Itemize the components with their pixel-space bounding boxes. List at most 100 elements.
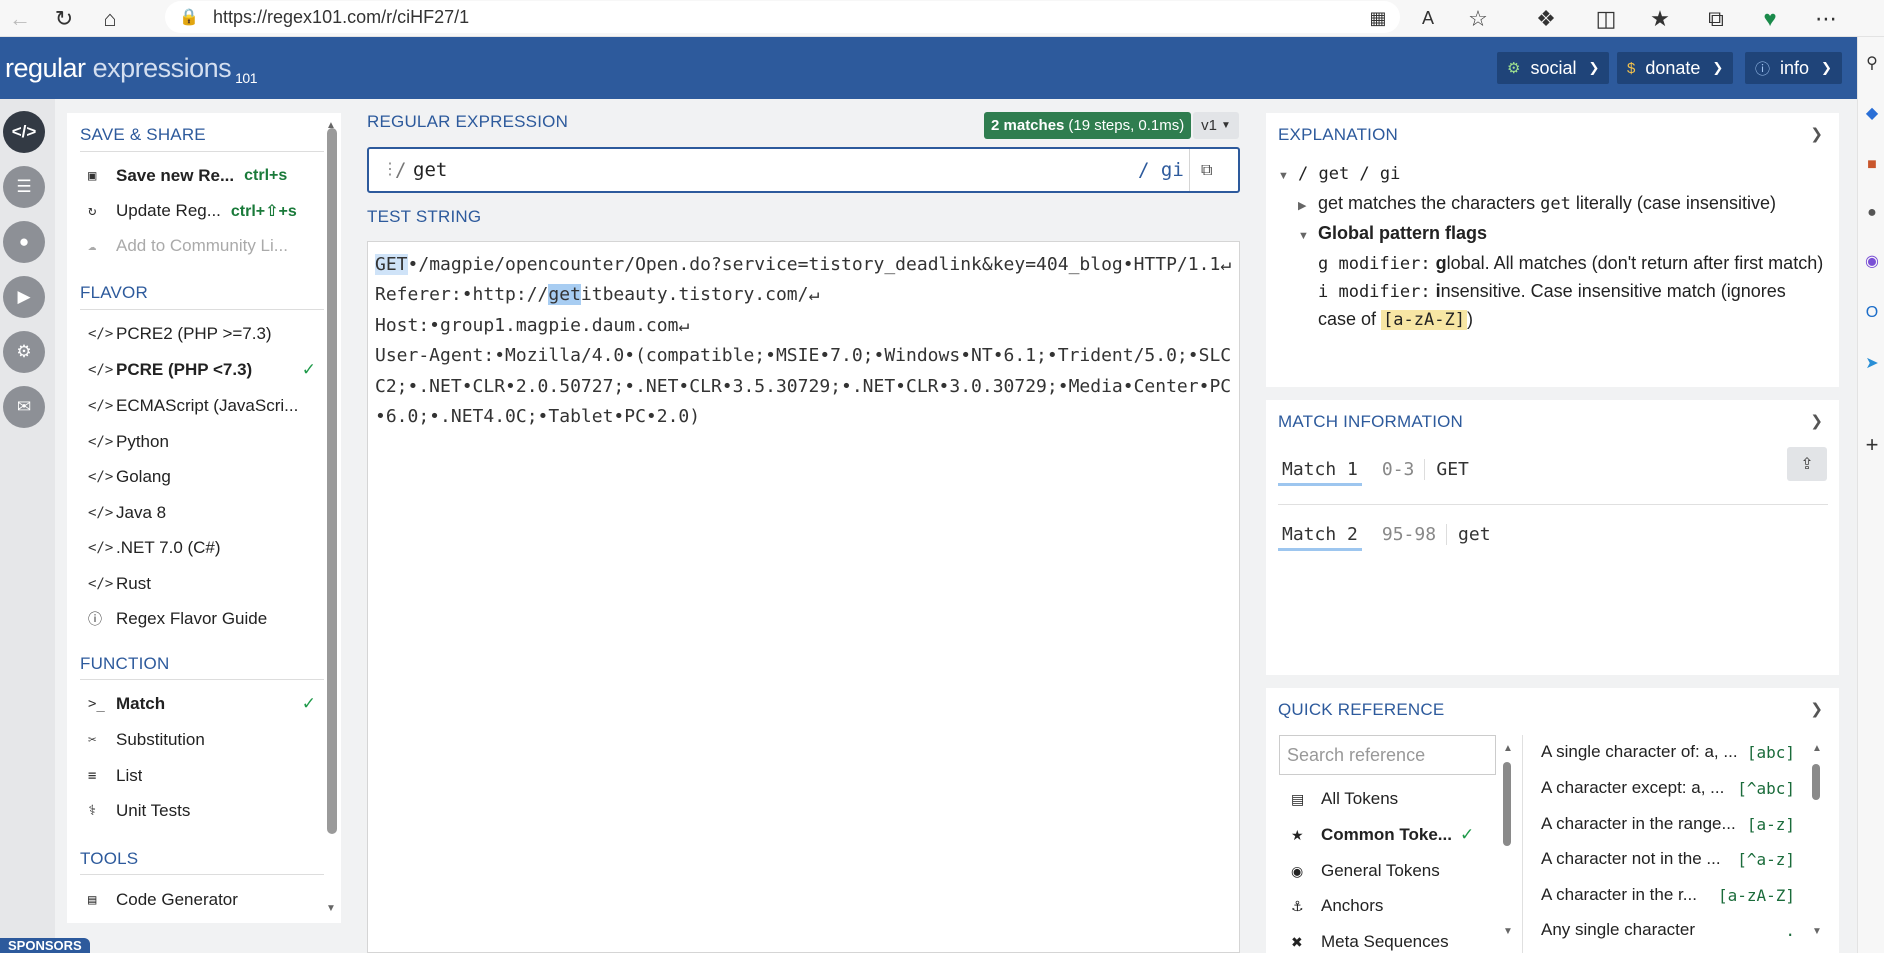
icon-rail: </> ☰ ● ▶ ⚙ ✉ [0,99,55,953]
divider [80,874,324,875]
reference-item[interactable]: A character not in the ... [^a-z] [1541,844,1795,874]
reference-item[interactable]: A single character of: a, ... [abc] [1541,737,1795,767]
info-icon: ⓘ [1755,60,1771,78]
flavor-java[interactable]: </> Java 8 [88,498,324,528]
save-new-button[interactable]: ▣ Save new Re... ctrl+s [88,161,324,191]
user-icon[interactable]: ● [3,221,45,263]
reference-item[interactable]: A character in the range... [a-z] [1541,809,1795,839]
flavor-dotnet[interactable]: </> .NET 7.0 (C#) [88,533,324,563]
export-icon[interactable]: ⇪ [1787,447,1827,481]
extensions-icon[interactable]: ❖ [1528,0,1564,37]
apps-icon[interactable]: ▦ [1360,0,1396,37]
reference-item[interactable]: A character in the r... [a-zA-Z] [1541,880,1795,910]
chevron-down-icon[interactable]: ❯ [1810,700,1823,718]
function-unit-tests[interactable]: ⚕ Unit Tests [88,796,324,826]
reference-search-input[interactable]: Search reference [1279,735,1496,775]
category-all-tokens[interactable]: ▤ All Tokens [1291,784,1501,814]
settings-icon[interactable]: ⚙ [3,331,45,373]
save-share-title: SAVE & SHARE [80,125,206,144]
sidebar: SAVE & SHARE ▣ Save new Re... ctrl+s ↻ U… [67,113,341,923]
explanation-title: EXPLANATION [1278,125,1398,144]
regex-flags[interactable]: / gi [1138,159,1184,181]
scroll-down-icon[interactable]: ▼ [1812,926,1822,937]
function-list[interactable]: ≡ List [88,761,324,791]
collapse-icon[interactable]: ▼ [1278,163,1298,190]
add-icon[interactable]: + [1862,432,1882,457]
back-icon[interactable]: ← [2,0,38,37]
shopping-icon[interactable]: ■ [1862,155,1882,175]
categories-scrollbar[interactable] [1503,762,1511,846]
social-button[interactable]: ⚙ social ❯ [1497,52,1610,84]
flavor-golang[interactable]: </> Golang [88,462,324,492]
match-row[interactable]: Match 1 0-3 GET [1278,452,1469,486]
refresh-icon[interactable]: ↻ [46,0,82,37]
function-substitution[interactable]: ✂ Substitution [88,725,324,755]
chevron-down-icon[interactable]: ❯ [1810,412,1823,430]
home-icon[interactable]: ⌂ [92,0,128,37]
category-meta-sequences[interactable]: ✖ Meta Sequences [1291,927,1501,953]
address-bar[interactable]: 🔒 https://regex101.com/r/ciHF27/1 [165,1,1400,33]
category-anchors[interactable]: ⚓ Anchors [1291,891,1501,921]
more-icon[interactable]: ⋯ [1808,0,1844,37]
quiz-icon[interactable]: ▶ [3,276,45,318]
code-icon: </> [88,540,114,556]
reference-scrollbar[interactable] [1812,764,1820,800]
scroll-up-icon[interactable]: ▲ [1503,743,1513,754]
split-screen-icon[interactable]: ◫ [1588,0,1624,37]
tool-code-generator[interactable]: ▤ Code Generator [88,885,324,915]
favorite-star-icon[interactable]: ☆ [1460,0,1496,37]
sidebar-scrollbar[interactable] [327,128,337,834]
test-string-text[interactable]: GET•/magpie/opencounter/Open.do?service=… [375,250,1235,432]
collections-icon[interactable]: ⧉ [1698,0,1734,37]
add-to-community-button[interactable]: ☁ Add to Community Li... [88,231,324,261]
logo[interactable]: regular expressions 101 [5,53,257,86]
app-header: regular expressions 101 ⚙ social ❯ $ donat… [0,37,1857,99]
donate-button[interactable]: $ donate ❯ [1617,52,1734,84]
scroll-up-icon[interactable]: ▲ [1812,743,1822,754]
category-common-tokens[interactable]: ★ Common Toke... ✓ [1291,820,1501,850]
regex-title: REGULAR EXPRESSION [367,112,569,131]
regex-pattern[interactable]: get [413,159,447,181]
reference-item[interactable]: A character except: a, ... [^abc] [1541,773,1795,803]
check-icon: ✓ [1459,825,1475,844]
profile-icon[interactable]: ● [1862,203,1882,223]
match-info-panel: MATCH INFORMATION ❯ Match 1 0-3 GET Matc… [1266,400,1839,675]
test-string-editor[interactable]: GET•/magpie/opencounter/Open.do?service=… [367,241,1240,953]
copy-icon[interactable]: ⧉ [1201,160,1223,180]
flavor-ecmascript[interactable]: </> ECMAScript (JavaScri... [88,391,324,421]
chevron-down-icon[interactable]: ❯ [1810,125,1823,143]
flavor-python[interactable]: </> Python [88,427,324,457]
category-general-tokens[interactable]: ◉ General Tokens [1291,856,1501,886]
url-text: https://regex101.com/r/ciHF27/1 [213,6,470,27]
flavor-pcre[interactable]: </> PCRE (PHP <7.3) ✓ [88,355,324,385]
code-icon: </> [88,469,114,485]
match-row[interactable]: Match 2 95-98 get [1278,517,1491,551]
library-icon[interactable]: ☰ [3,166,45,208]
sponsors-tab[interactable]: SPONSORS [0,938,90,953]
update-button[interactable]: ↻ Update Reg... ctrl+⇧+s [88,196,324,226]
function-match[interactable]: >_ Match ✓ [88,689,324,719]
flavor-guide[interactable]: ⓘ Regex Flavor Guide [88,604,324,634]
regex-input[interactable]: ⋮ / get / gi ⧉ [367,147,1240,193]
search-icon[interactable]: ⚲ [1862,53,1882,73]
games-icon[interactable]: ◉ [1862,251,1882,271]
version-select[interactable]: v1 ▼ [1193,112,1239,139]
browser-sidebar: ⚲ ◆ ■ ● ◉ O ➤ + [1857,37,1884,953]
chat-icon[interactable]: ✉ [3,386,45,428]
code-icon[interactable]: </> [3,111,45,153]
collapse-icon[interactable]: ▼ [1298,223,1318,250]
send-icon[interactable]: ➤ [1862,353,1882,373]
reference-item[interactable]: Any single character. [1541,915,1795,945]
meta-icon: ✖ [1291,933,1303,950]
copilot-icon[interactable]: ◆ [1862,103,1882,123]
health-icon[interactable]: ♥ [1752,0,1788,37]
flavor-rust[interactable]: </> Rust [88,569,324,599]
info-button[interactable]: ⓘ info ❯ [1745,52,1842,84]
outlook-icon[interactable]: O [1862,303,1882,323]
scroll-down-icon[interactable]: ▼ [326,903,336,914]
read-aloud-icon[interactable]: A [1410,0,1446,37]
scroll-down-icon[interactable]: ▼ [1503,926,1513,937]
flavor-pcre2[interactable]: </> PCRE2 (PHP >=7.3) [88,319,324,349]
expand-icon[interactable]: ▶ [1298,193,1318,220]
favorites-icon[interactable]: ★ [1642,0,1678,37]
